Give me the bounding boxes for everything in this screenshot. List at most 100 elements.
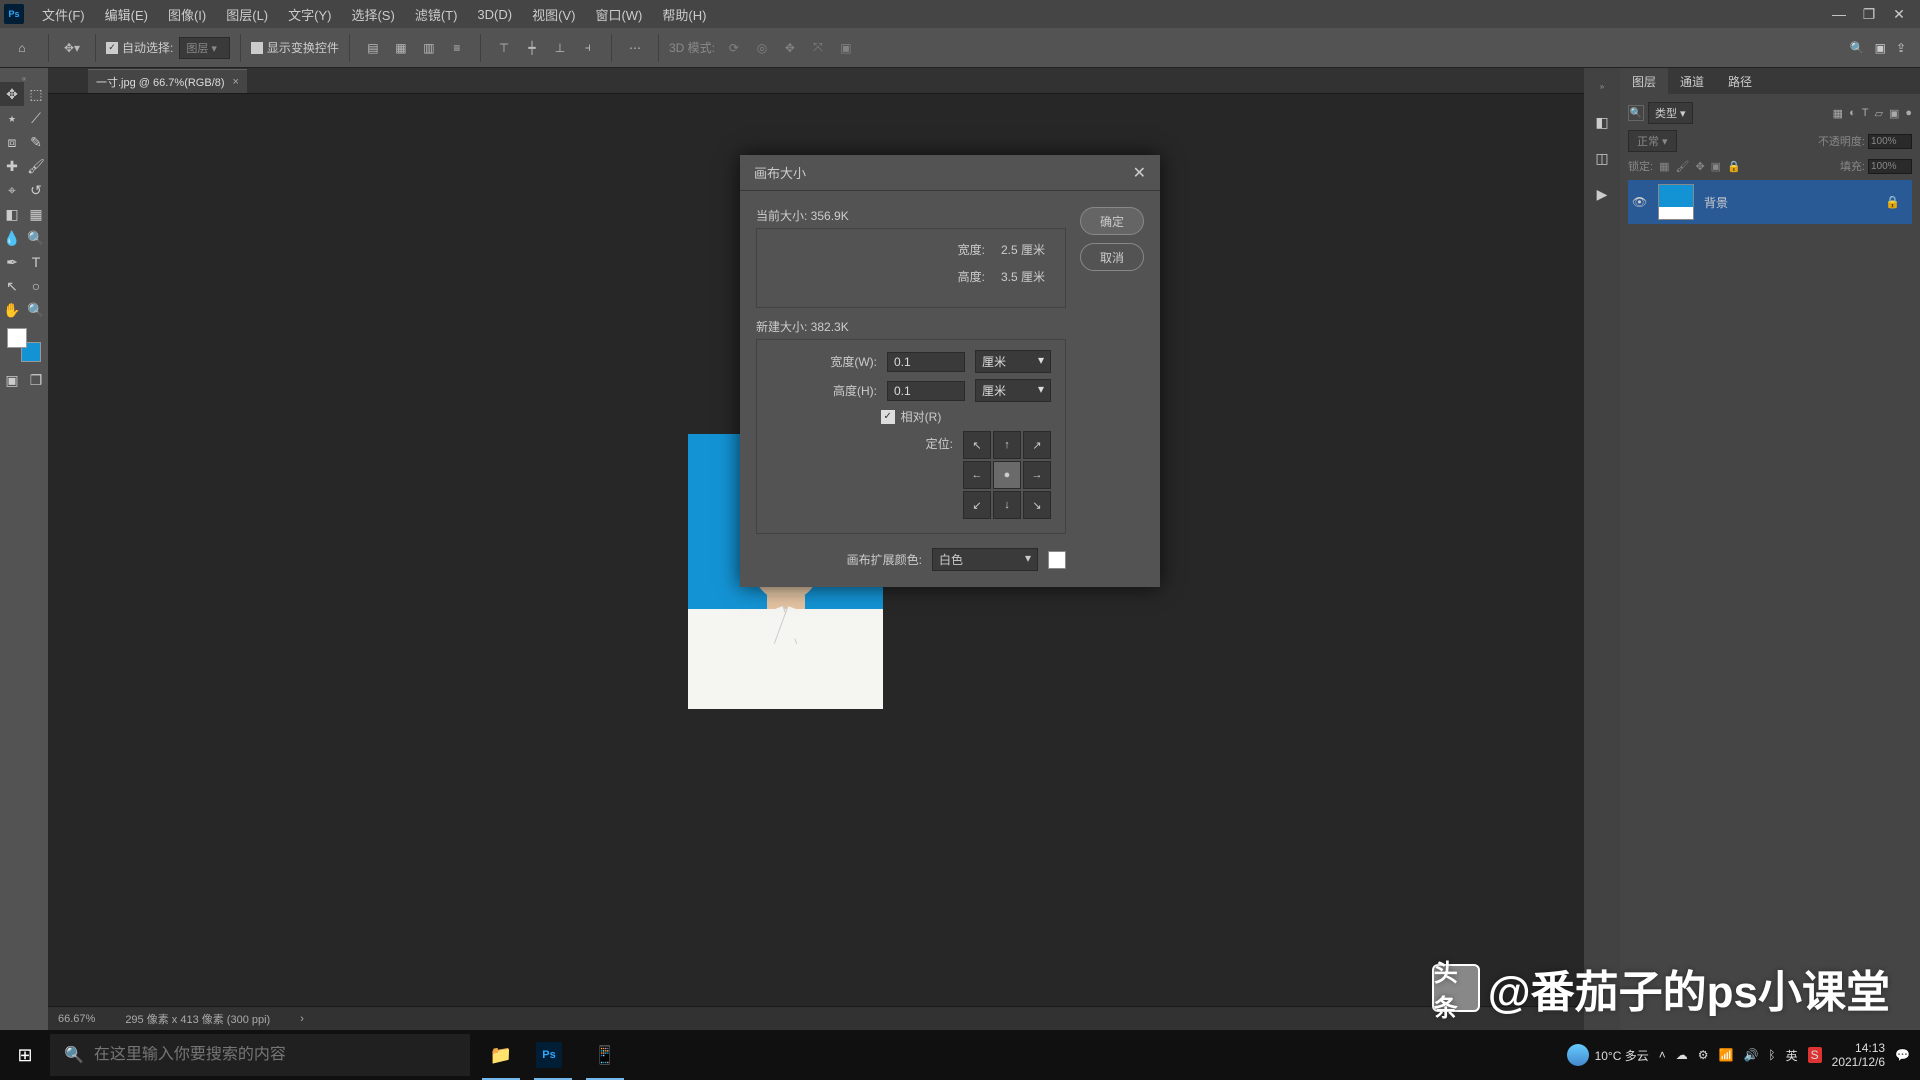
document-tab[interactable]: 一寸.jpg @ 66.7%(RGB/8) × (88, 69, 247, 93)
menu-file[interactable]: 文件(F) (32, 0, 95, 28)
layer-filter-kind[interactable]: 类型 ▾ (1648, 102, 1693, 124)
taskbar-app-icon[interactable]: 📱 (580, 1030, 630, 1080)
hand-tool[interactable]: ✋ (0, 298, 24, 322)
weather-widget[interactable]: 10°C 多云 (1567, 1044, 1649, 1066)
close-tab-icon[interactable]: × (233, 76, 239, 88)
height-unit-select[interactable]: 厘米▾ (975, 379, 1051, 402)
share-icon[interactable]: ⇪ (1896, 41, 1906, 55)
anchor-ne[interactable]: ↗ (1023, 431, 1051, 459)
filter-smart-icon[interactable]: ▣ (1889, 107, 1899, 120)
tray-clock[interactable]: 14:13 2021/12/6 (1832, 1041, 1885, 1070)
layer-lock-icon[interactable]: 🔒 (1885, 195, 1908, 209)
taskbar-explorer-icon[interactable]: 📁 (476, 1030, 526, 1080)
anchor-s[interactable]: ↓ (993, 491, 1021, 519)
type-tool[interactable]: T (24, 250, 48, 274)
tray-volume-icon[interactable]: 🔊 (1743, 1048, 1758, 1062)
gradient-tool[interactable]: ▦ (24, 202, 48, 226)
filter-adjust-icon[interactable]: ◐ (1849, 107, 1856, 120)
menu-select[interactable]: 选择(S) (341, 0, 404, 28)
zoom-tool[interactable]: 🔍 (24, 298, 48, 322)
color-panel-icon[interactable]: ◧ (1590, 110, 1614, 134)
cancel-button[interactable]: 取消 (1080, 243, 1144, 271)
shape-tool[interactable]: ○ (24, 274, 48, 298)
ext-color-swatch[interactable] (1048, 551, 1066, 569)
tray-network-icon[interactable]: ⚙ (1698, 1048, 1709, 1062)
show-transform-check[interactable]: 显示变换控件 (251, 39, 339, 56)
layer-thumbnail[interactable] (1658, 184, 1694, 220)
path-select-tool[interactable]: ↖ (0, 274, 24, 298)
menu-layer[interactable]: 图层(L) (216, 0, 278, 28)
menu-type[interactable]: 文字(Y) (278, 0, 341, 28)
doc-dimensions[interactable]: 295 像素 x 413 像素 (300 ppi) (125, 1011, 270, 1027)
quickmask-icon[interactable]: ▣ (0, 368, 24, 392)
layer-search-icon[interactable]: 🔍 (1628, 105, 1644, 121)
dodge-tool[interactable]: 🔍 (24, 226, 48, 250)
window-close[interactable]: ✕ (1890, 5, 1908, 23)
crop-tool[interactable]: ⧈ (0, 130, 24, 154)
menu-edit[interactable]: 编辑(E) (95, 0, 158, 28)
layer-visibility-icon[interactable]: 👁 (1632, 195, 1648, 209)
align-center-v-icon[interactable]: ┿ (519, 35, 545, 61)
menu-image[interactable]: 图像(I) (158, 0, 216, 28)
blur-tool[interactable]: 💧 (0, 226, 24, 250)
tray-sogou-icon[interactable]: S (1808, 1047, 1822, 1063)
tray-wifi-icon[interactable]: 📶 (1719, 1048, 1734, 1062)
align-left-icon[interactable]: ▤ (360, 35, 386, 61)
menu-window[interactable]: 窗口(W) (585, 0, 652, 28)
filter-type-icon[interactable]: T (1862, 107, 1869, 120)
menu-3d[interactable]: 3D(D) (467, 0, 522, 28)
auto-select-target[interactable]: 图层 ▾ (179, 37, 230, 59)
align-bottom-icon[interactable]: ⊥ (547, 35, 573, 61)
status-chevron-icon[interactable]: › (300, 1013, 304, 1025)
zoom-level[interactable]: 66.67% (58, 1013, 95, 1025)
auto-select-check[interactable]: ✓自动选择: (106, 39, 173, 56)
anchor-sw[interactable]: ↙ (963, 491, 991, 519)
align-right-icon[interactable]: ▥ (416, 35, 442, 61)
relative-checkbox[interactable]: ✓ (881, 410, 895, 424)
tab-paths[interactable]: 路径 (1716, 68, 1764, 94)
tray-bluetooth-icon[interactable]: ᛒ (1768, 1048, 1775, 1062)
align-more-icon[interactable]: ≡ (444, 35, 470, 61)
more-options-icon[interactable]: ⋯ (622, 35, 648, 61)
taskbar-search-input[interactable] (94, 1046, 456, 1064)
tab-channels[interactable]: 通道 (1668, 68, 1716, 94)
height-input[interactable] (887, 381, 965, 401)
anchor-n[interactable]: ↑ (993, 431, 1021, 459)
anchor-e[interactable]: → (1023, 461, 1051, 489)
distribute-icon[interactable]: ⫞ (575, 35, 601, 61)
search-icon[interactable]: 🔍 (1850, 41, 1865, 55)
layer-row[interactable]: 👁 背景 🔒 (1628, 180, 1912, 224)
blend-mode[interactable]: 正常 ▾ (1628, 130, 1677, 152)
menu-help[interactable]: 帮助(H) (652, 0, 716, 28)
tray-cloud-icon[interactable]: ☁ (1676, 1048, 1688, 1062)
width-unit-select[interactable]: 厘米▾ (975, 350, 1051, 373)
tray-notifications-icon[interactable]: 💬 (1895, 1048, 1910, 1062)
play-panel-icon[interactable]: ▶ (1590, 182, 1614, 206)
filter-pixel-icon[interactable]: ▦ (1833, 107, 1843, 120)
tab-layers[interactable]: 图层 (1620, 68, 1668, 94)
home-icon[interactable]: ⌂ (6, 32, 38, 64)
history-brush-tool[interactable]: ↺ (24, 178, 48, 202)
menu-filter[interactable]: 滤镜(T) (405, 0, 468, 28)
align-center-h-icon[interactable]: ▦ (388, 35, 414, 61)
lock-position-icon[interactable]: ✥ (1695, 160, 1704, 173)
taskbar-search[interactable]: 🔍 (50, 1034, 470, 1076)
tray-ime[interactable]: 英 (1786, 1047, 1798, 1064)
anchor-center[interactable]: ● (993, 461, 1021, 489)
start-button[interactable]: ⊞ (0, 1030, 50, 1080)
marquee-tool[interactable]: ⬚ (24, 82, 48, 106)
filter-shape-icon[interactable]: ▱ (1874, 107, 1882, 120)
anchor-grid[interactable]: ↖↑↗ ←●→ ↙↓↘ (963, 431, 1051, 519)
lock-pixels-icon[interactable]: ▦ (1659, 160, 1669, 173)
ok-button[interactable]: 确定 (1080, 207, 1144, 235)
eyedropper-tool[interactable]: ✎ (24, 130, 48, 154)
dialog-close-icon[interactable]: ✕ (1133, 163, 1146, 183)
opacity-input[interactable] (1868, 134, 1912, 149)
eraser-tool[interactable]: ◧ (0, 202, 24, 226)
screenmode-icon[interactable]: ❐ (24, 368, 48, 392)
brush-tool[interactable]: 🖌 (24, 154, 48, 178)
lock-artboard-icon[interactable]: ▣ (1711, 160, 1721, 173)
ext-color-select[interactable]: 白色▾ (932, 548, 1038, 571)
clone-tool[interactable]: ⌖ (0, 178, 24, 202)
align-top-icon[interactable]: ⊤ (491, 35, 517, 61)
